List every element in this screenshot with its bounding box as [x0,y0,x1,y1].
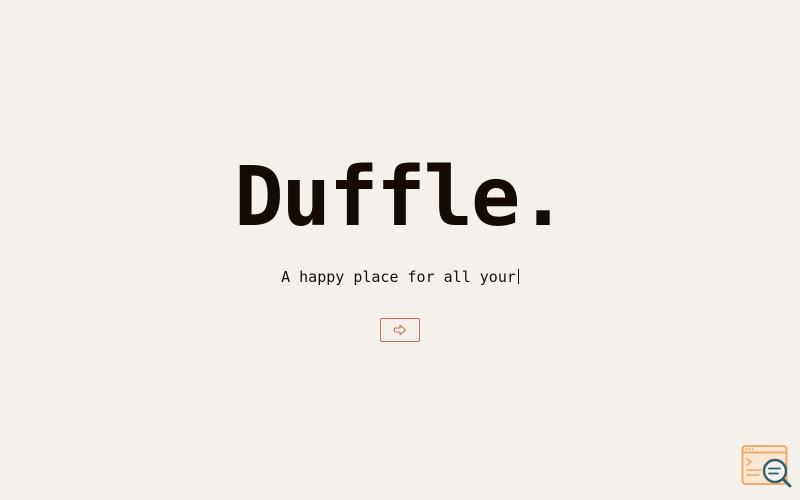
tagline: A happy place for all your [0,266,800,288]
enter-button[interactable] [380,318,420,342]
arrow-right-icon [393,324,407,336]
tagline-text: A happy place for all your [281,268,516,286]
hero-section: Duffle. A happy place for all your [0,0,800,500]
page-title: Duffle. [234,150,568,245]
text-cursor [517,269,519,284]
browser-search-icon[interactable] [741,444,793,490]
